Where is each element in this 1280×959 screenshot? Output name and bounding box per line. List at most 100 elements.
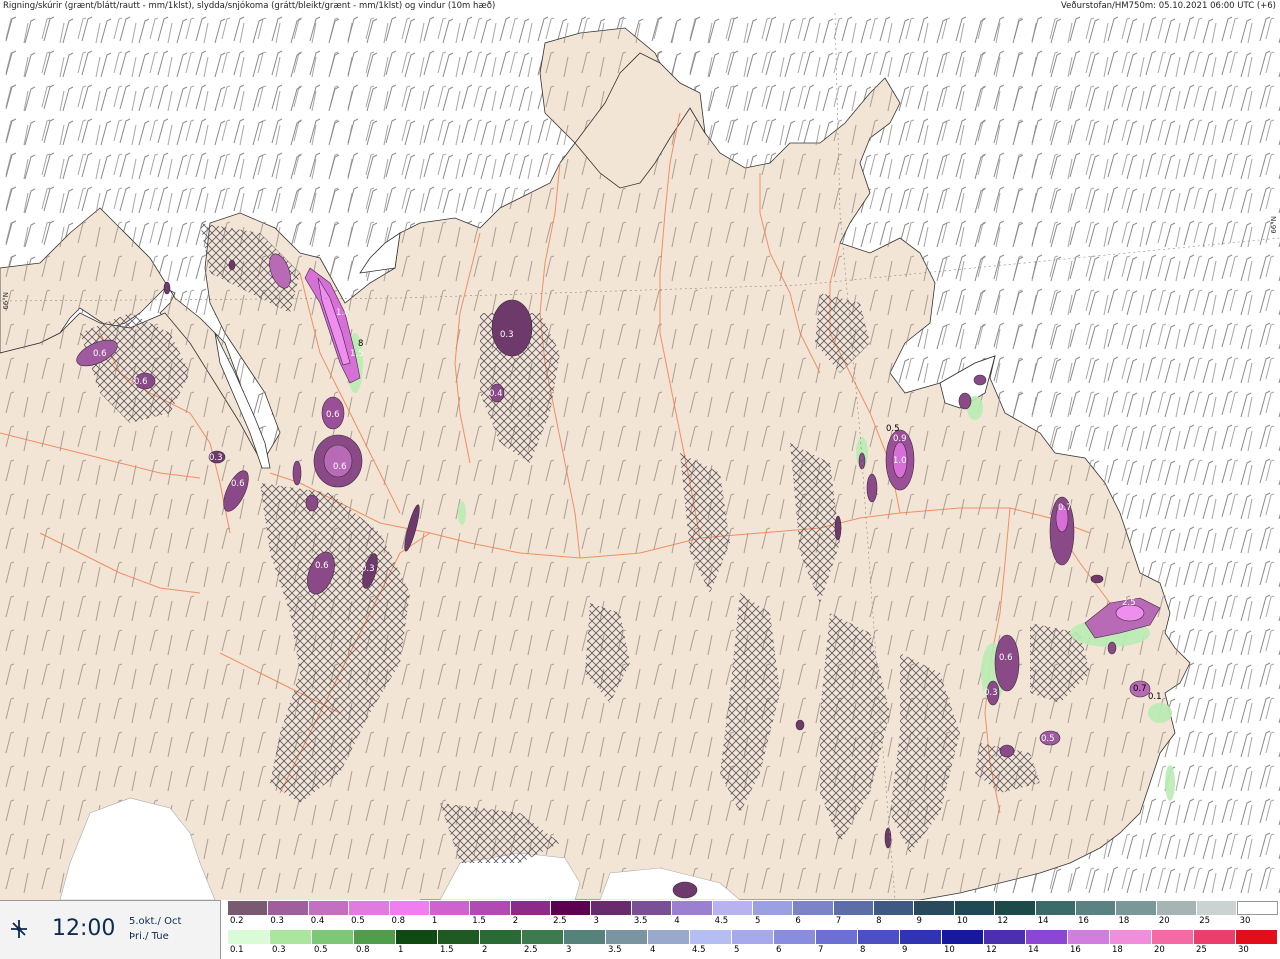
snow-legend-label: 25 [1199,916,1211,926]
rain-legend-swatch [564,930,606,944]
snow-legend-label: 1 [431,916,438,926]
svg-text:0.6: 0.6 [999,653,1013,663]
rain-legend-label: 1 [398,945,404,955]
svg-text:0.3: 0.3 [984,688,998,698]
snow-legend-swatch [510,901,551,915]
snow-legend-swatch [268,901,309,915]
snow-legend-swatch [752,901,794,915]
svg-text:1.0: 1.0 [893,456,907,466]
valid-time: 12:00 [52,916,116,941]
svg-text:0.6: 0.6 [93,349,107,359]
rain-legend-swatch [438,930,480,944]
svg-text:1.5: 1.5 [350,349,364,359]
valid-date: 5.okt./ Oct [129,916,182,927]
snow-legend-swatch [833,901,874,915]
snow-legend-label: 6 [795,916,801,926]
snow-legend-swatch [228,901,269,915]
snow-legend-label: 2 [512,916,519,926]
rain-legend-swatch [1152,930,1194,944]
rain-legend-swatch [354,930,396,944]
svg-text:0.7: 0.7 [1058,503,1072,513]
snow-legend-label: 12 [997,916,1009,926]
model-run-label: Veðurstofan/HM750m: 05.10.2021 06:00 UTC… [1061,1,1276,11]
snow-legend-label: 0.3 [270,916,284,926]
svg-text:0.6: 0.6 [315,561,329,571]
rain-legend-swatch [1110,930,1152,944]
snow-legend-swatch [631,901,673,915]
rain-legend-label: 18 [1112,945,1123,955]
rain-legend-label: 25 [1196,945,1207,955]
rain-legend-swatch [312,930,354,944]
rain-legend-label: 0.3 [272,945,286,955]
latitude-label-east: 66°N [1270,216,1278,234]
rain-legend-label: 7 [818,945,824,955]
valid-time-panel: 12:00 5.okt./ Oct Þri./ Tue [0,900,221,959]
snow-legend-labels: 0.2 0.3 0.4 0.5 0.8 1 1.5 2 2.5 3 3.5 4 4.5 5 6 7 8 9 10 12… [228,916,1280,928]
rain-legend-swatch [732,930,774,944]
snow-legend-label: 0.2 [230,916,244,926]
rain-legend-label: 6 [776,945,782,955]
wind-icon [11,920,27,938]
rain-legend-label: 2.5 [524,945,538,955]
snow-legend-label: 7 [835,916,842,926]
map-title: Rigning/skúrir (grænt/blátt/rautt - mm/1… [3,1,496,11]
snow-legend-swatches [228,901,1278,915]
snow-legend-swatch [308,901,350,915]
snow-legend-swatch [389,901,430,915]
rain-legend-label: 12 [986,945,997,955]
rain-legend-swatch [228,930,270,944]
rain-legend-swatch [270,930,312,944]
rain-legend-swatch [1194,930,1236,944]
latitude-label-west: 66°N [2,292,10,310]
snow-legend-label: 4.5 [714,916,729,926]
snow-legend-swatch [914,901,955,915]
rain-legend-swatch [648,930,690,944]
rain-legend-label: 0.5 [314,945,328,955]
svg-text:0.9: 0.9 [893,434,907,444]
rain-legend-swatch [480,930,522,944]
snow-legend-swatch [793,901,834,915]
rain-legend-swatch [690,930,732,944]
svg-text:0.3: 0.3 [209,453,223,463]
snow-legend-label: 1.5 [472,916,486,926]
rain-legend-labels: 0.1 0.3 0.5 0.8 1 1.5 2 2.5 3 3.5 4 4.5 5 6 7 8 9 10 12 14 1… [228,945,1280,957]
rain-legend-swatch [1026,930,1068,944]
precipitation-legend: 0.2 0.3 0.4 0.5 0.8 1 1.5 2 2.5 3 3.5 4 4.5 5 6 7 8 9 10 12… [228,900,1280,958]
snow-legend-swatch [591,901,632,915]
rain-legend-label: 4.5 [692,945,706,955]
rain-legend-swatch [1236,930,1278,944]
svg-text:0.5: 0.5 [1041,734,1055,744]
rain-legend-label: 16 [1070,945,1081,955]
snow-legend-swatch [1075,901,1117,915]
snow-legend-swatch [874,901,915,915]
rain-legend-label: 0.8 [356,945,370,955]
snow-legend-label: 8 [876,916,882,926]
rain-legend-swatch [858,930,900,944]
snow-legend-label: 3.5 [633,916,648,926]
snow-legend-label: 2.5 [553,916,567,926]
snow-legend-label: 3 [593,916,599,926]
snow-legend-label: 4 [674,916,680,926]
snow-legend-label: 30 [1239,916,1251,926]
snow-legend-label: 0.8 [391,916,406,926]
rain-legend-label: 2 [482,945,488,955]
rain-legend-swatches [228,930,1278,944]
snow-legend-swatch [551,901,592,915]
rain-legend-label: 14 [1028,945,1039,955]
snow-legend-label: 5 [755,916,761,926]
snow-legend-label: 18 [1118,916,1130,926]
svg-text:2.5: 2.5 [1122,598,1136,608]
rain-legend-swatch [816,930,858,944]
rain-legend-swatch [522,930,564,944]
svg-text:0.6: 0.6 [231,479,245,489]
snow-legend-swatch [1035,901,1076,915]
svg-text:0.4: 0.4 [489,389,503,399]
forecast-map[interactable]: 0.3 0.6 0.6 0.6 0.6 0.6 0.3 0.6 0.3 1.0 … [0,13,1280,900]
snow-legend-swatch [712,901,753,915]
svg-text:0.6: 0.6 [326,410,340,420]
rain-legend-label: 3 [566,945,572,955]
rain-legend-label: 0.1 [230,945,244,955]
snow-legend-label: 14 [1037,916,1049,926]
rain-legend-swatch [900,930,942,944]
snow-legend-swatch [1197,901,1238,915]
